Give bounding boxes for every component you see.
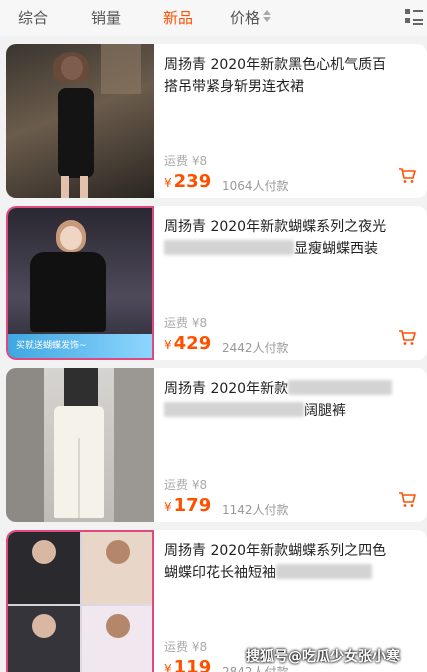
product-price: ¥239: [164, 171, 212, 192]
product-image[interactable]: 买就送蝴蝶发饰~: [6, 206, 154, 360]
watermark: 搜狐号@吃瓜少女张小寒: [246, 649, 400, 665]
product-card[interactable]: 买就送蝴蝶发饰~ 周扬青 2020年新款蝴蝶系列之夜光 显瘦蝴蝶西装 运费 ¥8…: [6, 206, 427, 360]
tab-sales[interactable]: 销量: [91, 7, 121, 28]
product-title[interactable]: 周扬青 2020年新款 阔腿裤: [164, 378, 420, 422]
blurred-text: [164, 240, 294, 255]
shipping-fee: 运费 ¥8: [164, 154, 208, 168]
product-title[interactable]: 周扬青 2020年新款黑色心机气质百 搭吊带紧身斩男连衣裙: [164, 54, 420, 98]
grid-list-toggle-icon[interactable]: [405, 8, 423, 25]
blurred-text: [164, 402, 304, 417]
paid-count: 1142人付款: [222, 503, 289, 517]
shipping-fee: 运费 ¥8: [164, 316, 208, 330]
shopping-cart-icon[interactable]: [398, 330, 416, 346]
shipping-fee: 运费 ¥8: [164, 478, 208, 492]
paid-count: 2442人付款: [222, 341, 289, 355]
shopping-cart-icon[interactable]: [398, 168, 416, 184]
product-card[interactable]: 周扬青 2020年新款黑色心机气质百 搭吊带紧身斩男连衣裙 运费 ¥8 ¥239…: [6, 44, 427, 198]
product-image[interactable]: [6, 530, 154, 672]
tab-new[interactable]: 新品: [163, 7, 193, 28]
product-price: ¥119: [164, 657, 212, 672]
tab-price[interactable]: 价格: [230, 7, 260, 28]
product-price: ¥429: [164, 333, 212, 354]
paid-count: 1064人付款: [222, 179, 289, 193]
product-price: ¥179: [164, 495, 212, 516]
product-image[interactable]: [6, 44, 154, 198]
product-title[interactable]: 周扬青 2020年新款蝴蝶系列之四色 蝴蝶印花长袖短袖: [164, 540, 420, 584]
product-card[interactable]: 周扬青 2020年新款 阔腿裤 运费 ¥8 ¥179 1142人付款: [6, 368, 427, 522]
product-title[interactable]: 周扬青 2020年新款蝴蝶系列之夜光 显瘦蝴蝶西装: [164, 216, 420, 260]
shopping-cart-icon[interactable]: [398, 492, 416, 508]
product-image[interactable]: [6, 368, 154, 522]
tab-comprehensive[interactable]: 综合: [18, 7, 48, 28]
shipping-fee: 运费 ¥8: [164, 640, 208, 654]
promo-banner: 买就送蝴蝶发饰~: [16, 341, 87, 351]
blurred-text: [276, 564, 372, 579]
sort-arrows-icon[interactable]: [263, 10, 271, 24]
blurred-text: [288, 380, 393, 395]
sort-bar: 综合 销量 新品 价格: [0, 0, 427, 36]
